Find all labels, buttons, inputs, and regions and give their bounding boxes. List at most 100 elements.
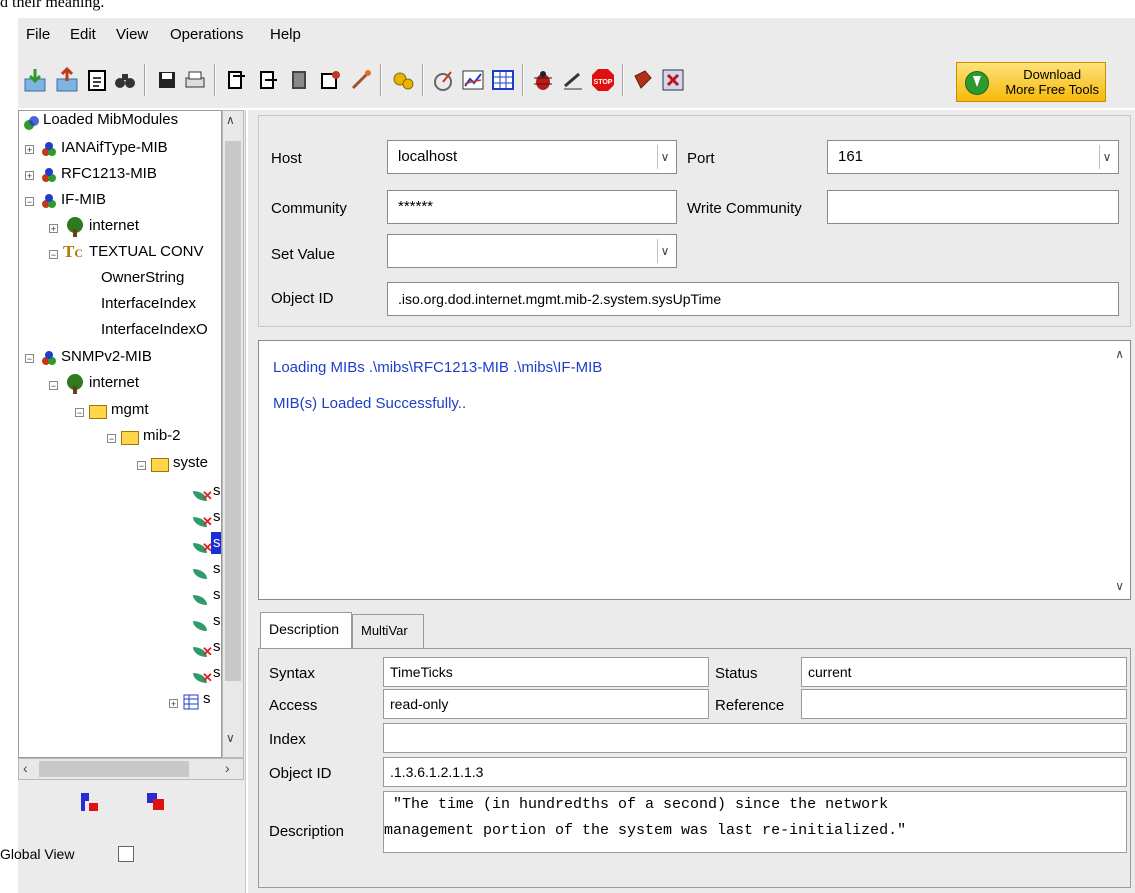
set-button[interactable] [318,66,344,94]
global-view-checkbox[interactable] [118,846,134,862]
write-community-field[interactable] [827,190,1119,224]
expand-icon[interactable]: + [25,145,34,155]
toolbar: STOP Download More Free Tools [18,52,1135,108]
tree-view-button[interactable] [80,792,100,812]
tree-item[interactable]: InterfaceIndex [101,293,196,315]
tree-vertical-scrollbar[interactable]: ∧ ∨ [222,110,244,758]
tree-item[interactable]: IF-MIB [61,189,106,211]
collapse-icon[interactable]: − [107,434,116,444]
object-id-field[interactable]: .iso.org.dod.internet.mgmt.mib-2.system.… [387,282,1119,316]
tree-item[interactable]: s [213,662,221,684]
tree-item[interactable]: IANAifType-MIB [61,137,168,159]
collapse-icon[interactable]: − [75,408,84,418]
tree-item[interactable]: OwnerString [101,267,184,289]
menu-file[interactable]: File [26,26,50,43]
chevron-down-icon[interactable]: ∨ [1099,145,1114,169]
unload-mib-icon [56,67,78,92]
scroll-thumb[interactable] [39,761,189,777]
menu-operations[interactable]: Operations [170,26,243,43]
tab-multivar[interactable]: MultiVar [352,614,424,648]
settings-button[interactable] [390,66,416,94]
line-graph-button[interactable] [460,66,486,94]
menu-edit[interactable]: Edit [70,26,96,43]
line-graph-icon [462,70,484,90]
get-bulk-button[interactable] [288,66,314,94]
collapse-icon[interactable]: − [25,197,34,207]
expand-icon[interactable]: + [25,171,34,181]
tree-item[interactable]: s [213,480,221,502]
folder-icon [121,431,139,445]
trap-button[interactable] [348,66,374,94]
index-label: Index [269,731,306,748]
leaf-icon [193,595,207,605]
collapse-icon[interactable]: − [49,250,58,260]
tree-item[interactable]: s [213,636,221,658]
tree-item[interactable]: TEXTUAL CONV [89,241,203,263]
edit-button[interactable] [560,66,586,94]
get-next-button[interactable] [256,66,282,94]
save-button[interactable] [154,66,180,94]
host-combobox[interactable]: localhost ∨ [387,140,677,174]
menu-view[interactable]: View [116,26,148,43]
tree-item-selected[interactable]: s [211,532,221,554]
scroll-up-icon[interactable]: ∧ [1115,347,1124,361]
tree-item[interactable]: RFC1213-MIB [61,163,157,185]
set-value-combobox[interactable]: ∨ [387,234,677,268]
global-view-label: Global View [0,846,75,862]
collapse-icon[interactable]: − [137,461,146,471]
menu-help[interactable]: Help [270,26,301,43]
scroll-left-icon[interactable]: ‹ [23,760,28,776]
stop-button[interactable]: STOP [590,66,616,94]
exit-button[interactable] [660,66,686,94]
get-button[interactable] [224,66,250,94]
graph-button[interactable] [430,66,456,94]
tree-item[interactable]: mgmt [111,399,149,421]
tab-description[interactable]: Description [260,612,352,648]
scroll-down-icon[interactable]: ∨ [226,731,235,745]
collapse-icon[interactable]: − [49,381,58,391]
tree-horizontal-scrollbar[interactable]: ‹ › [18,758,244,780]
clipboard-button[interactable] [84,66,110,94]
scroll-thumb[interactable] [225,141,241,681]
collapse-icon[interactable]: − [25,354,34,364]
help-book-button[interactable] [630,66,656,94]
scroll-right-icon[interactable]: › [225,760,230,776]
mib-tree[interactable]: Loaded MibModules + IANAifType-MIB + RFC… [18,110,222,758]
find-button[interactable] [112,66,138,94]
download-tools-button[interactable]: Download More Free Tools [956,62,1106,102]
port-combobox[interactable]: 161 ∨ [827,140,1119,174]
tree-item[interactable]: SNMPv2-MIB [61,346,152,368]
tree-item[interactable]: syste [173,452,208,474]
reference-value [801,689,1127,719]
access-value: read-only [383,689,709,719]
table-button[interactable] [490,66,516,94]
debug-button[interactable] [530,66,556,94]
tree-item[interactable]: s [213,610,221,632]
scroll-up-icon[interactable]: ∧ [226,113,235,127]
scroll-down-icon[interactable]: ∨ [1115,579,1124,593]
object-id-value: .1.3.6.1.2.1.1.3 [383,757,1127,787]
tree-item[interactable]: internet [89,215,139,237]
tree-icon [65,217,85,237]
community-field[interactable]: ****** [387,190,677,224]
load-mib-button[interactable] [22,66,48,94]
unload-mib-button[interactable] [54,66,80,94]
tree-item[interactable]: s [213,584,221,606]
chevron-down-icon[interactable]: ∨ [657,145,672,169]
expand-icon[interactable]: + [49,224,58,234]
tree-item[interactable]: s [213,506,221,528]
tree-item[interactable]: internet [89,372,139,394]
tree-item[interactable]: s [203,688,211,710]
output-log[interactable]: Loading MIBs .\mibs\RFC1213-MIB .\mibs\I… [258,340,1131,600]
print-button[interactable] [182,66,208,94]
expand-icon[interactable]: + [169,699,178,709]
tree-item[interactable]: mib-2 [143,425,181,447]
tree-item[interactable]: InterfaceIndexO [101,319,208,341]
close-window-icon [662,69,684,91]
tree-root[interactable]: Loaded MibModules [43,111,178,131]
flat-view-icon [147,793,164,810]
flat-view-button[interactable] [146,792,166,812]
chevron-down-icon[interactable]: ∨ [657,239,672,263]
tree-item[interactable]: s [213,558,221,580]
download-icon [965,71,989,95]
